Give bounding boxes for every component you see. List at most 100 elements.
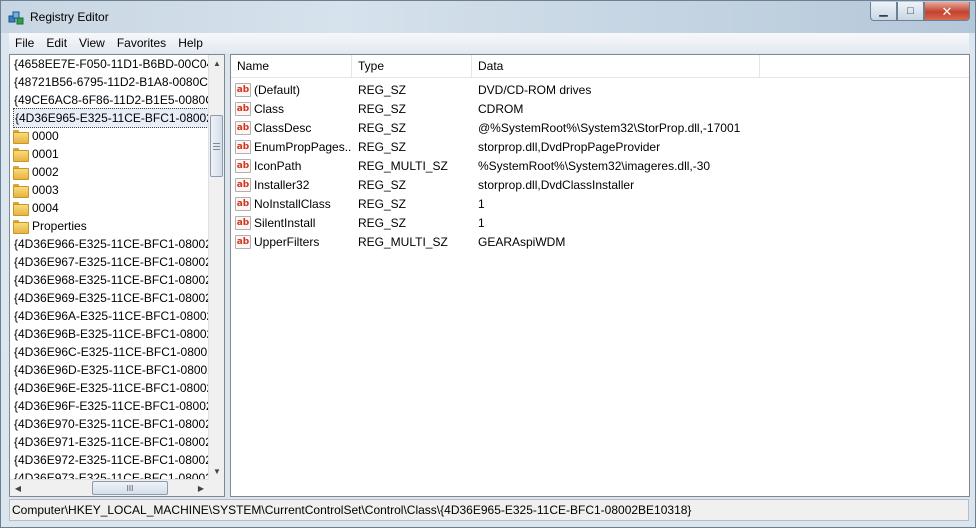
key-tree-pane[interactable]: {4658EE7E-F050-11D1-B6BD-00C04FA {48721B5… [9,54,225,497]
tree-key[interactable]: {4D36E96E-E325-11CE-BFC1-08002BE [10,379,209,397]
string-value-icon: ab [235,101,251,116]
tree-key-label: Properties [32,219,87,233]
tree-subkey[interactable]: 0000 [10,127,209,145]
tree-subkey[interactable]: 0001 [10,145,209,163]
value-data: DVD/CD-ROM drives [478,82,592,97]
value-data: 1 [478,196,485,211]
value-name: ClassDesc [254,120,312,135]
menu-help[interactable]: Help [172,36,209,50]
tree-key[interactable]: {4D36E96A-E325-11CE-BFC1-08002BE [10,307,209,325]
tree-horizontal-scroll-thumb[interactable]: III [92,481,168,495]
tree-key[interactable]: {4D36E971-E325-11CE-BFC1-08002BE [10,433,209,451]
value-name-cell: ab Installer32 [231,177,352,192]
tree-key-label: {4D36E966-E325-11CE-BFC1-08002BE [14,237,209,251]
tree-key-label: 0003 [32,183,59,197]
value-name: EnumPropPages... [254,139,352,154]
tree-key[interactable]: {49CE6AC8-6F86-11D2-B1E5-0080C7 [10,91,209,109]
tree-key[interactable]: {4D36E973-E325-11CE-BFC1-08002BE [10,469,209,479]
scroll-down-arrow-icon[interactable]: ▼ [209,463,224,479]
value-name-cell: ab ClassDesc [231,120,352,135]
value-row[interactable]: ab NoInstallClass REG_SZ 1 [231,194,969,213]
value-type: REG_SZ [358,120,407,135]
tree-key-label: {4658EE7E-F050-11D1-B6BD-00C04FA [14,57,209,71]
tree-key[interactable]: {4D36E966-E325-11CE-BFC1-08002BE [10,235,209,253]
scrollbar-corner [208,479,224,496]
values-list-pane[interactable]: Name Type Data ab (Default) REG_SZ DVD/CD-R… [230,54,970,497]
window-title: Registry Editor [30,10,109,24]
scroll-right-arrow-icon[interactable]: ▶ [193,480,209,496]
tree-key[interactable]: {48721B56-6795-11D2-B1A8-0080C72 [10,73,209,91]
tree-key[interactable]: {4D36E96F-E325-11CE-BFC1-08002BE [10,397,209,415]
column-header-data[interactable]: Data [472,55,760,78]
tree-key-label: {4D36E96D-E325-11CE-BFC1-08002BE [14,363,209,377]
value-name: NoInstallClass [254,196,331,211]
tree-subkey[interactable]: 0002 [10,163,209,181]
column-header-type[interactable]: Type [352,55,472,78]
tree-key-label: 0000 [32,129,59,143]
value-type: REG_SZ [358,215,407,230]
menu-bar: File Edit View Favorites Help [9,33,969,53]
tree-key[interactable]: {4D36E970-E325-11CE-BFC1-08002BE [10,415,209,433]
value-row[interactable]: ab IconPath REG_MULTI_SZ %SystemRoot%\Syste… [231,156,969,175]
string-value-icon: ab [235,158,251,173]
value-name-cell: ab NoInstallClass [231,196,352,211]
menu-edit[interactable]: Edit [40,36,73,50]
registry-editor-window: Registry Editor ▁ □ ✕ File Edit View Fav… [0,0,976,528]
tree-key-label: {4D36E968-E325-11CE-BFC1-08002BE [14,273,209,287]
tree-vertical-scrollbar[interactable]: ▲ ▼ [208,55,224,479]
tree-key[interactable]: {4D36E96C-E325-11CE-BFC1-08002BE [10,343,209,361]
tree-key[interactable]: {4D36E972-E325-11CE-BFC1-08002BE [10,451,209,469]
string-value-icon: ab [235,196,251,211]
tree-key-label: {4D36E96E-E325-11CE-BFC1-08002BE [14,381,209,395]
tree-subkey[interactable]: Properties [10,217,209,235]
tree-key-label: {4D36E973-E325-11CE-BFC1-08002BE [14,471,209,479]
value-type: REG_SZ [358,177,407,192]
close-button[interactable]: ✕ [924,2,970,21]
column-header-name[interactable]: Name [231,55,352,78]
value-row[interactable]: ab Class REG_SZ CDROM [231,99,969,118]
minimize-button[interactable]: ▁ [870,2,897,21]
menu-favorites[interactable]: Favorites [111,36,172,50]
tree-subkey[interactable]: 0003 [10,181,209,199]
menu-view[interactable]: View [73,36,111,50]
value-row[interactable]: ab (Default) REG_SZ DVD/CD-ROM drives [231,80,969,99]
registry-editor-icon [8,11,24,25]
tree-key[interactable]: {4D36E96D-E325-11CE-BFC1-08002BE [10,361,209,379]
tree-key[interactable]: {4D36E967-E325-11CE-BFC1-08002BE [10,253,209,271]
maximize-button[interactable]: □ [897,2,924,21]
value-data: CDROM [478,101,524,116]
value-row[interactable]: ab Installer32 REG_SZ storprop.dll,DvdClass… [231,175,969,194]
scroll-up-arrow-icon[interactable]: ▲ [209,55,224,71]
value-name: Class [254,101,285,116]
maximize-icon: □ [907,4,914,17]
title-bar[interactable]: Registry Editor ▁ □ ✕ [1,1,975,33]
tree-key-label: {48721B56-6795-11D2-B1A8-0080C72 [14,75,209,89]
menu-file[interactable]: File [9,36,40,50]
tree-key[interactable]: {4D36E968-E325-11CE-BFC1-08002BE [10,271,209,289]
value-name: SilentInstall [254,215,316,230]
tree-key[interactable]: {4D36E965-E325-11CE-BFC1-08002BE [10,108,209,128]
value-row[interactable]: ab EnumPropPages... REG_SZ storprop.dll,Dvd… [231,137,969,156]
tree-horizontal-scrollbar[interactable]: ◀ III ▶ [10,479,209,496]
tree-key[interactable]: {4D36E969-E325-11CE-BFC1-08002BE [10,289,209,307]
value-row[interactable]: ab SilentInstall REG_SZ 1 [231,213,969,232]
scroll-left-arrow-icon[interactable]: ◀ [10,480,26,496]
string-value-icon: ab [235,234,251,249]
folder-icon [13,130,29,144]
value-type: REG_SZ [358,196,407,211]
value-name-cell: ab (Default) [231,82,352,97]
tree-vertical-scroll-thumb[interactable] [210,115,223,177]
string-value-icon: ab [235,139,251,154]
tree-subkey[interactable]: 0004 [10,199,209,217]
value-type: REG_SZ [358,139,407,154]
tree-key-label: 0001 [32,147,59,161]
value-name-cell: ab Class [231,101,352,116]
tree-key[interactable]: {4D36E96B-E325-11CE-BFC1-08002BE [10,325,209,343]
value-row[interactable]: ab ClassDesc REG_SZ @%SystemRoot%\System32\… [231,118,969,137]
tree-key-label: {4D36E972-E325-11CE-BFC1-08002BE [14,453,209,467]
tree-key-label: {4D36E96B-E325-11CE-BFC1-08002BE [14,327,209,341]
value-row[interactable]: ab UpperFilters REG_MULTI_SZ GEARAspiWDM [231,232,969,251]
tree-key[interactable]: {4658EE7E-F050-11D1-B6BD-00C04FA [10,55,209,73]
tree-key-label: {49CE6AC8-6F86-11D2-B1E5-0080C7 [14,93,209,107]
tree-key-label: {4D36E971-E325-11CE-BFC1-08002BE [14,435,209,449]
